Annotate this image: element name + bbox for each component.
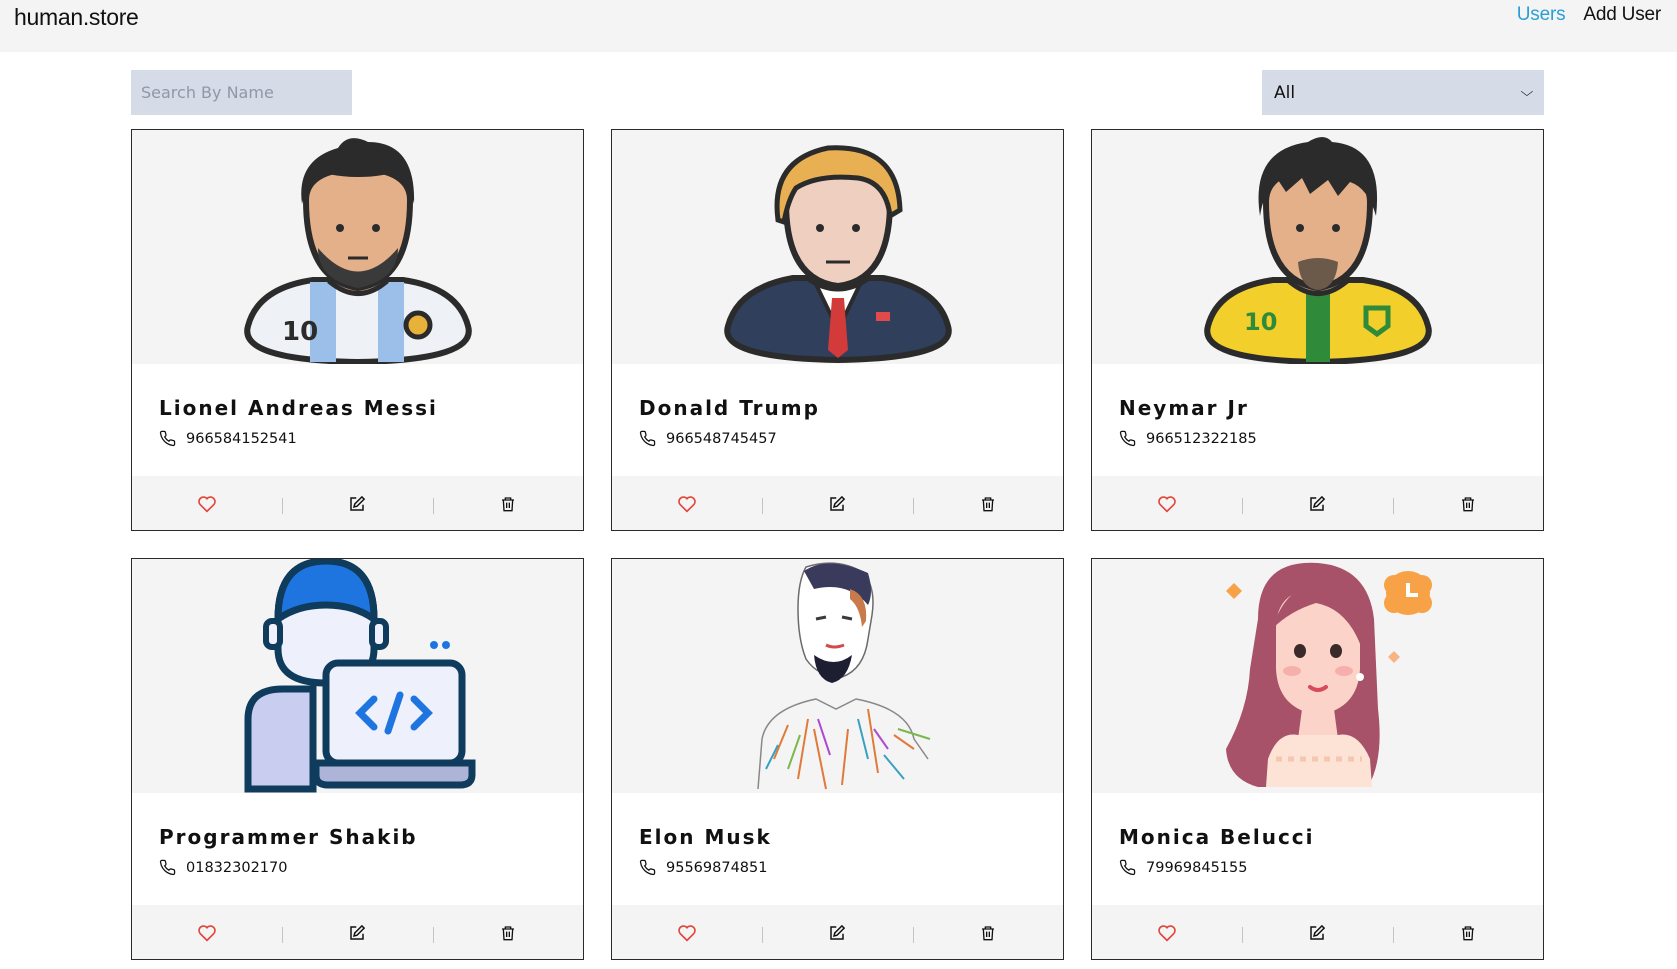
navbar: human.store Users Add User <box>0 0 1677 52</box>
user-name: Donald Trump <box>639 396 820 420</box>
user-phone: 95569874851 <box>639 859 767 876</box>
user-phone: 966584152541 <box>159 430 297 447</box>
phone-icon <box>639 859 656 876</box>
user-card: Programmer Shakib 01832302170 <box>131 558 584 960</box>
heart-icon <box>1158 925 1176 942</box>
phone-icon <box>639 430 656 447</box>
delete-button[interactable] <box>432 476 583 530</box>
delete-button[interactable] <box>1392 476 1543 530</box>
user-phone-number: 01832302170 <box>186 859 288 876</box>
heart-icon <box>1158 496 1176 513</box>
heart-icon <box>678 925 696 942</box>
search-input[interactable] <box>131 70 352 115</box>
card-actions <box>132 476 583 530</box>
heart-icon <box>678 496 696 513</box>
nav-link-users[interactable]: Users <box>1517 4 1566 26</box>
edit-icon <box>1310 924 1326 940</box>
filter-selected-value: All <box>1274 82 1296 103</box>
nav-links: Users Add User <box>1517 4 1661 26</box>
user-phone-number: 966512322185 <box>1146 430 1257 447</box>
edit-button[interactable] <box>282 905 432 959</box>
svg-text:10: 10 <box>1244 308 1277 336</box>
chevron-down-icon: ⌵ <box>1520 85 1534 100</box>
brand-logo[interactable]: human.store <box>14 4 139 31</box>
edit-icon <box>1310 495 1326 511</box>
elon-avatar <box>756 562 930 790</box>
favorite-button[interactable] <box>132 476 282 530</box>
delete-button[interactable] <box>432 905 583 959</box>
user-name: Lionel Andreas Messi <box>159 396 438 420</box>
delete-button[interactable] <box>912 905 1063 959</box>
edit-button[interactable] <box>762 476 912 530</box>
monica-avatar <box>1225 562 1432 787</box>
user-avatar-image <box>132 559 583 793</box>
user-avatar-image: 10 <box>1092 130 1543 364</box>
card-actions <box>1092 905 1543 959</box>
card-actions <box>612 905 1063 959</box>
user-name: Neymar Jr <box>1119 396 1249 420</box>
heart-icon <box>198 496 216 513</box>
phone-icon <box>1119 859 1136 876</box>
user-card: 10 Lionel Andreas Messi 966584152541 <box>131 129 584 531</box>
phone-icon <box>159 859 176 876</box>
user-phone-number: 966584152541 <box>186 430 297 447</box>
user-avatar-image: 10 <box>132 130 583 364</box>
edit-icon <box>350 495 366 511</box>
delete-button[interactable] <box>912 476 1063 530</box>
favorite-button[interactable] <box>1092 476 1242 530</box>
user-phone: 01832302170 <box>159 859 287 876</box>
edit-icon <box>830 495 846 511</box>
filter-select[interactable]: All ⌵ <box>1262 70 1544 115</box>
trash-icon <box>501 497 514 512</box>
favorite-button[interactable] <box>1092 905 1242 959</box>
trash-icon <box>501 926 514 941</box>
user-card: Monica Belucci 79969845155 <box>1091 558 1544 960</box>
edit-button[interactable] <box>1242 905 1392 959</box>
user-phone-number: 79969845155 <box>1146 859 1248 876</box>
trash-icon <box>981 926 994 941</box>
edit-button[interactable] <box>282 476 432 530</box>
user-name: Monica Belucci <box>1119 825 1315 849</box>
user-card: Elon Musk 95569874851 <box>611 558 1064 960</box>
user-phone: 966548745457 <box>639 430 777 447</box>
delete-button[interactable] <box>1392 905 1543 959</box>
nav-link-add-user[interactable]: Add User <box>1583 4 1661 26</box>
heart-icon <box>198 925 216 942</box>
favorite-button[interactable] <box>132 905 282 959</box>
user-card: 10 Neymar Jr 966512322185 <box>1091 129 1544 531</box>
user-phone: 966512322185 <box>1119 430 1257 447</box>
favorite-button[interactable] <box>612 905 762 959</box>
user-card: Donald Trump 966548745457 <box>611 129 1064 531</box>
messi-avatar: 10 <box>243 138 472 364</box>
trash-icon <box>1461 926 1474 941</box>
user-phone-number: 95569874851 <box>666 859 768 876</box>
user-phone: 79969845155 <box>1119 859 1247 876</box>
user-avatar-image <box>612 559 1063 793</box>
phone-icon <box>159 430 176 447</box>
phone-icon <box>1119 430 1136 447</box>
card-actions <box>1092 476 1543 530</box>
edit-button[interactable] <box>1242 476 1392 530</box>
favorite-button[interactable] <box>612 476 762 530</box>
user-avatar-image <box>1092 559 1543 793</box>
user-name: Programmer Shakib <box>159 825 418 849</box>
trash-icon <box>981 497 994 512</box>
edit-icon <box>350 924 366 940</box>
trash-icon <box>1461 497 1474 512</box>
user-avatar-image <box>612 130 1063 364</box>
programmer-avatar <box>244 559 475 793</box>
trump-avatar <box>723 145 952 364</box>
edit-icon <box>830 924 846 940</box>
svg-text:10: 10 <box>282 317 318 347</box>
user-name: Elon Musk <box>639 825 772 849</box>
card-actions <box>612 476 1063 530</box>
card-actions <box>132 905 583 959</box>
edit-button[interactable] <box>762 905 912 959</box>
neymar-avatar: 10 <box>1203 137 1432 364</box>
user-phone-number: 966548745457 <box>666 430 777 447</box>
